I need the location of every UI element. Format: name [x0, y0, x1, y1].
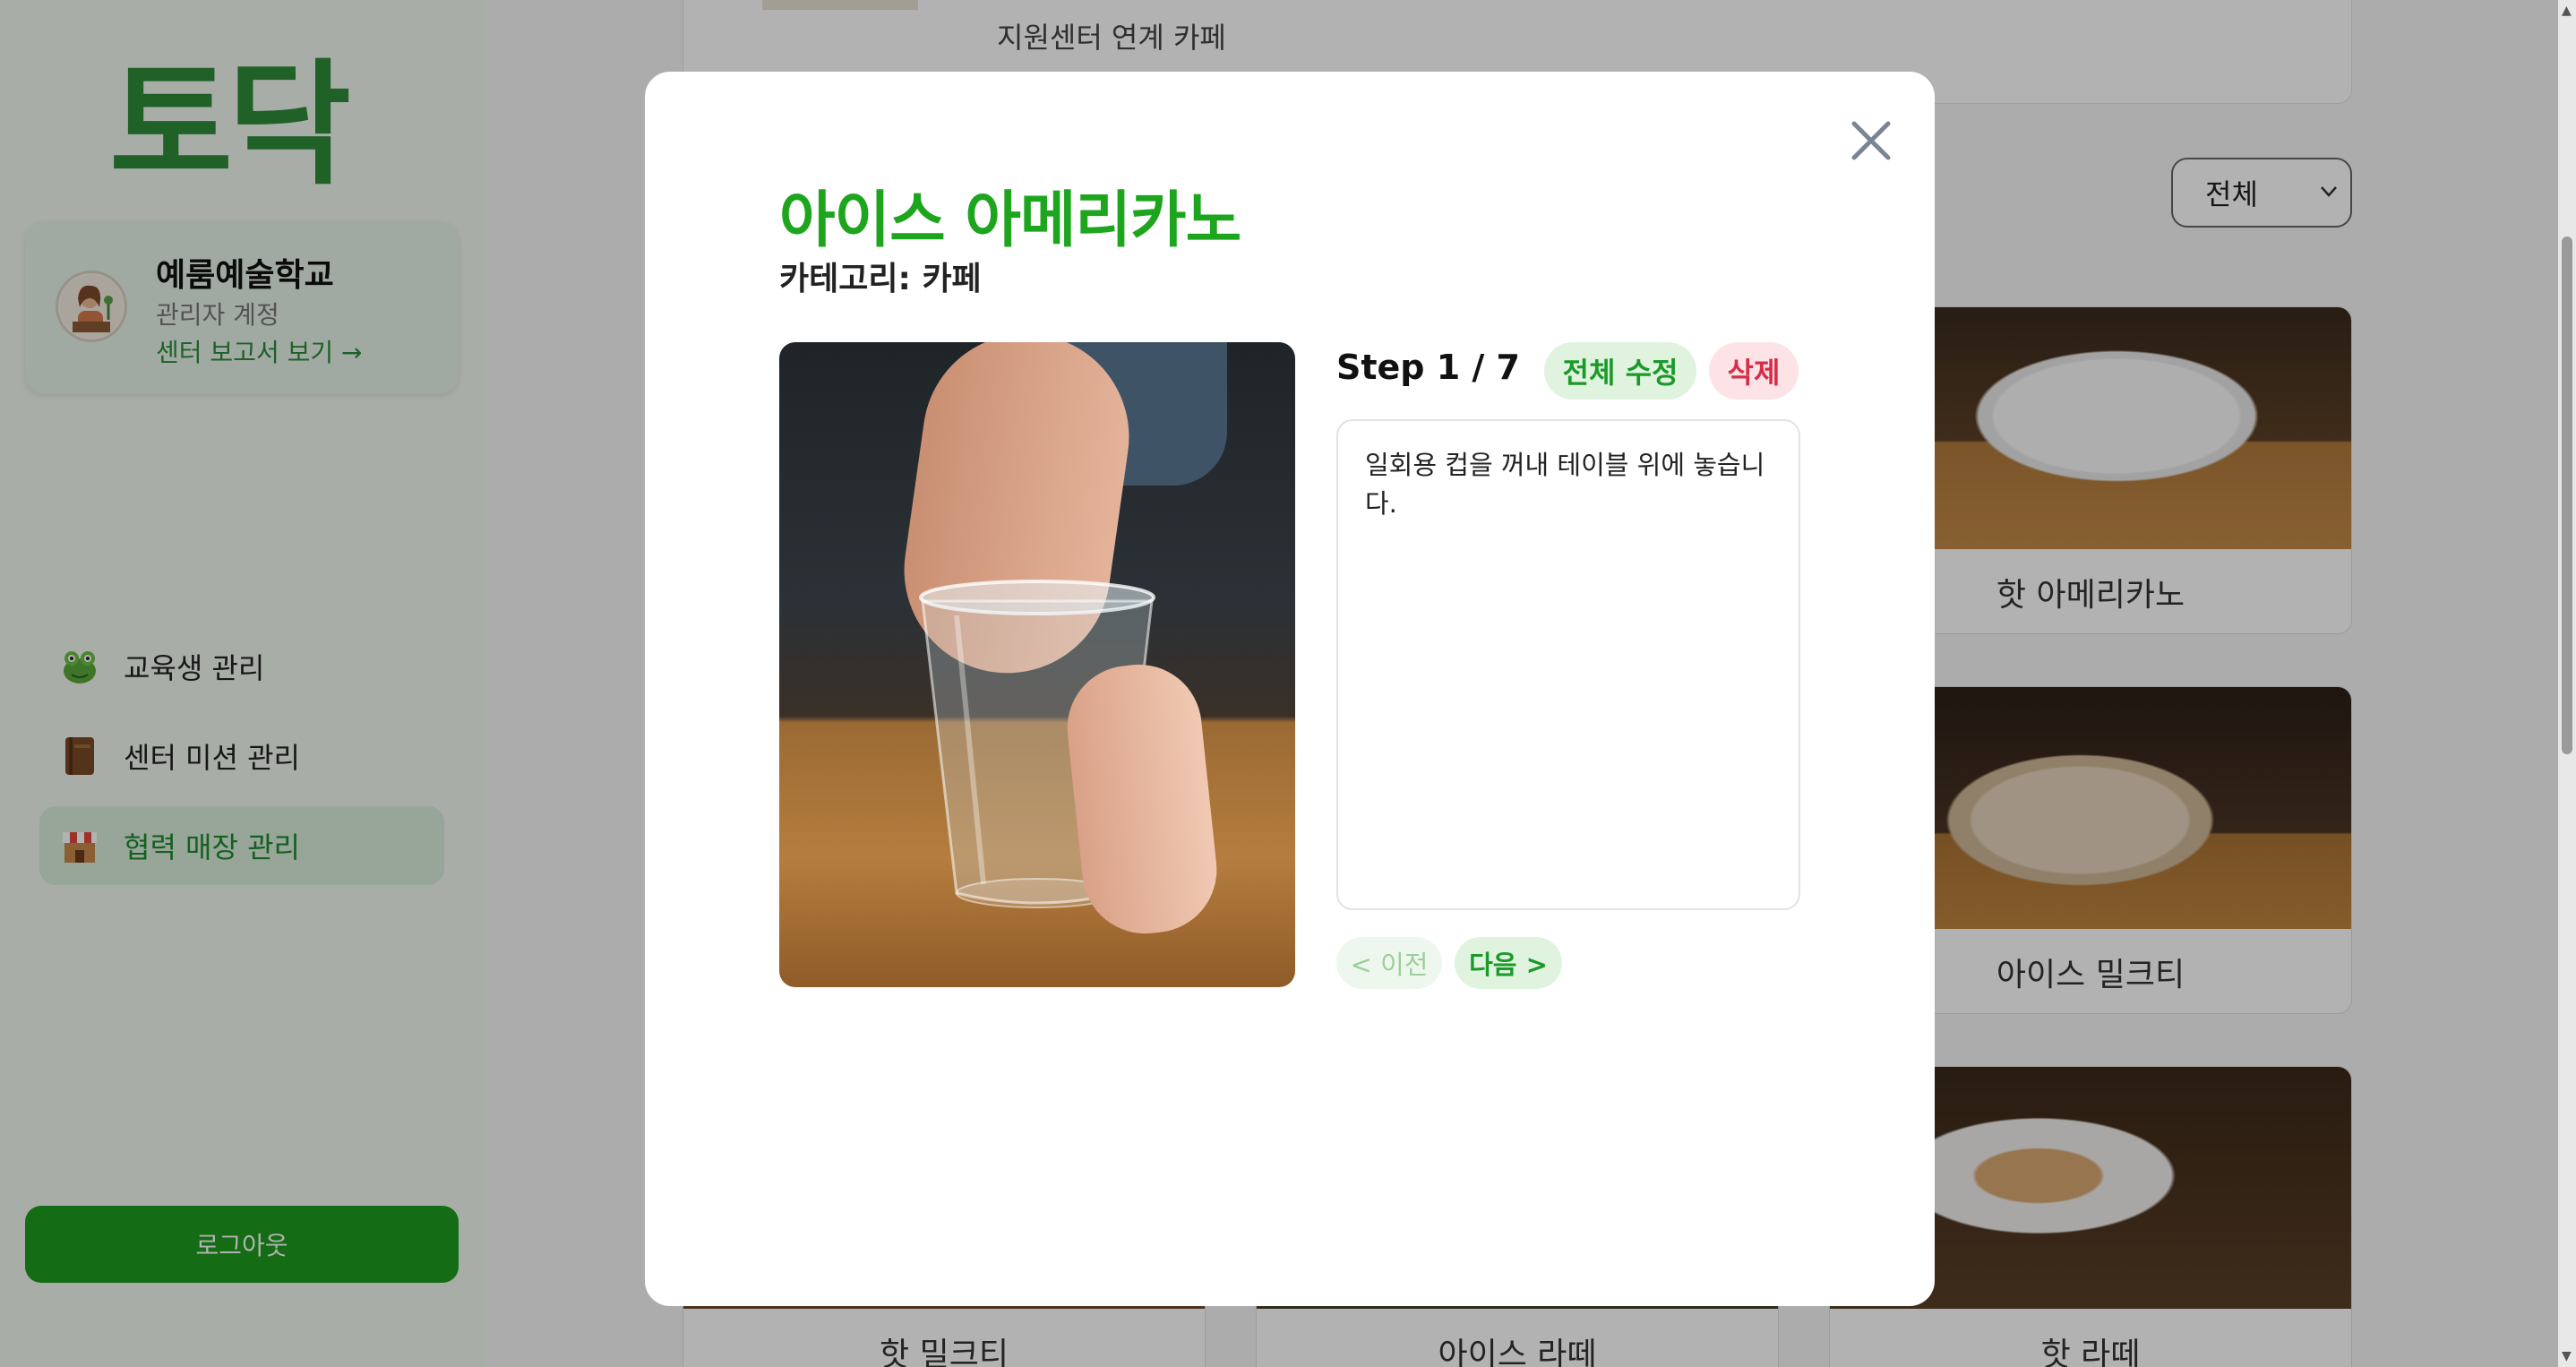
- previous-step-button[interactable]: < 이전: [1336, 937, 1442, 989]
- step-image: [779, 342, 1295, 987]
- scroll-up-arrow-icon[interactable]: ▲: [2562, 4, 2572, 18]
- close-button[interactable]: [1843, 113, 1899, 168]
- scroll-down-arrow-icon[interactable]: ▼: [2562, 1349, 2572, 1363]
- page-scrollbar[interactable]: ▲ ▼: [2558, 0, 2576, 1367]
- delete-button[interactable]: 삭제: [1709, 342, 1799, 400]
- scrollbar-thumb[interactable]: [2562, 236, 2572, 754]
- edit-all-button[interactable]: 전체 수정: [1544, 342, 1696, 400]
- close-icon: [1851, 121, 1891, 160]
- category-value: 카페: [922, 261, 982, 297]
- menu-detail-modal: 아이스 아메리카노 카테고리: 카페 Step 1 / 7 전체 수정 삭제 일…: [645, 72, 1935, 1306]
- modal-title: 아이스 아메리카노: [779, 185, 1241, 256]
- step-indicator: Step 1 / 7: [1336, 348, 1520, 387]
- category-label: 카테고리:: [779, 261, 911, 297]
- next-step-button[interactable]: 다음 >: [1455, 937, 1562, 989]
- step-description: 일회용 컵을 꺼내 테이블 위에 놓습니다.: [1336, 419, 1800, 910]
- modal-category: 카테고리: 카페: [779, 253, 982, 299]
